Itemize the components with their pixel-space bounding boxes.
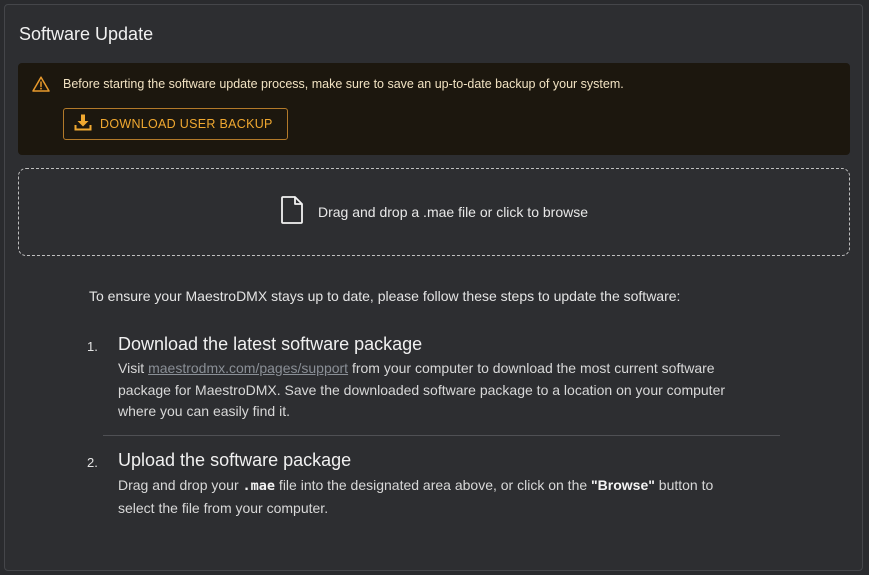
backup-warning-alert: Before starting the software update proc…: [18, 63, 850, 155]
step-2-body: Drag and drop your .mae file into the de…: [118, 475, 758, 519]
file-dropzone[interactable]: Drag and drop a .mae file or click to br…: [18, 168, 850, 256]
dropzone-label: Drag and drop a .mae file or click to br…: [317, 204, 588, 220]
step-2-body-mid: file into the designated area above, or …: [275, 477, 592, 493]
step-1-body: Visit maestrodmx.com/pages/support from …: [118, 358, 758, 423]
step-1-body-prefix: Visit: [118, 360, 149, 376]
step-2-body-prefix: Drag and drop your: [118, 477, 243, 493]
mae-extension-code: .mae: [242, 478, 276, 494]
step-1-number: 1.: [87, 339, 98, 354]
browse-bold-text: "Browse": [591, 477, 655, 493]
download-icon: [74, 113, 92, 136]
step-1-body-line2: package for MaestroDMX. Save the downloa…: [118, 381, 726, 398]
panel-title: Software Update: [19, 24, 154, 44]
instructions-intro: To ensure your MaestroDMX stays up to da…: [89, 288, 681, 304]
file-icon: [280, 195, 304, 230]
step-1-title: Download the latest software package: [118, 334, 423, 354]
support-link[interactable]: maestrodmx.com/pages/support: [148, 360, 348, 376]
software-update-panel: Software Update Before starting the soft…: [4, 4, 863, 571]
alert-message: Before starting the software update proc…: [63, 77, 624, 91]
step-1-body-line3: where you can easily find it.: [118, 403, 290, 419]
step-1-body-line1: from your computer to download the most …: [348, 360, 715, 376]
download-user-backup-label: DOWNLOAD USER BACKUP: [100, 117, 273, 131]
steps-divider: [103, 435, 780, 436]
step-2-title: Upload the software package: [118, 450, 352, 470]
warning-triangle-icon: [32, 76, 50, 92]
step-2-body-suffix: button to: [654, 477, 714, 493]
step-2-number: 2.: [87, 455, 98, 470]
download-user-backup-button[interactable]: DOWNLOAD USER BACKUP: [63, 108, 288, 140]
step-2-body-line2: select the file from your computer.: [118, 499, 329, 516]
